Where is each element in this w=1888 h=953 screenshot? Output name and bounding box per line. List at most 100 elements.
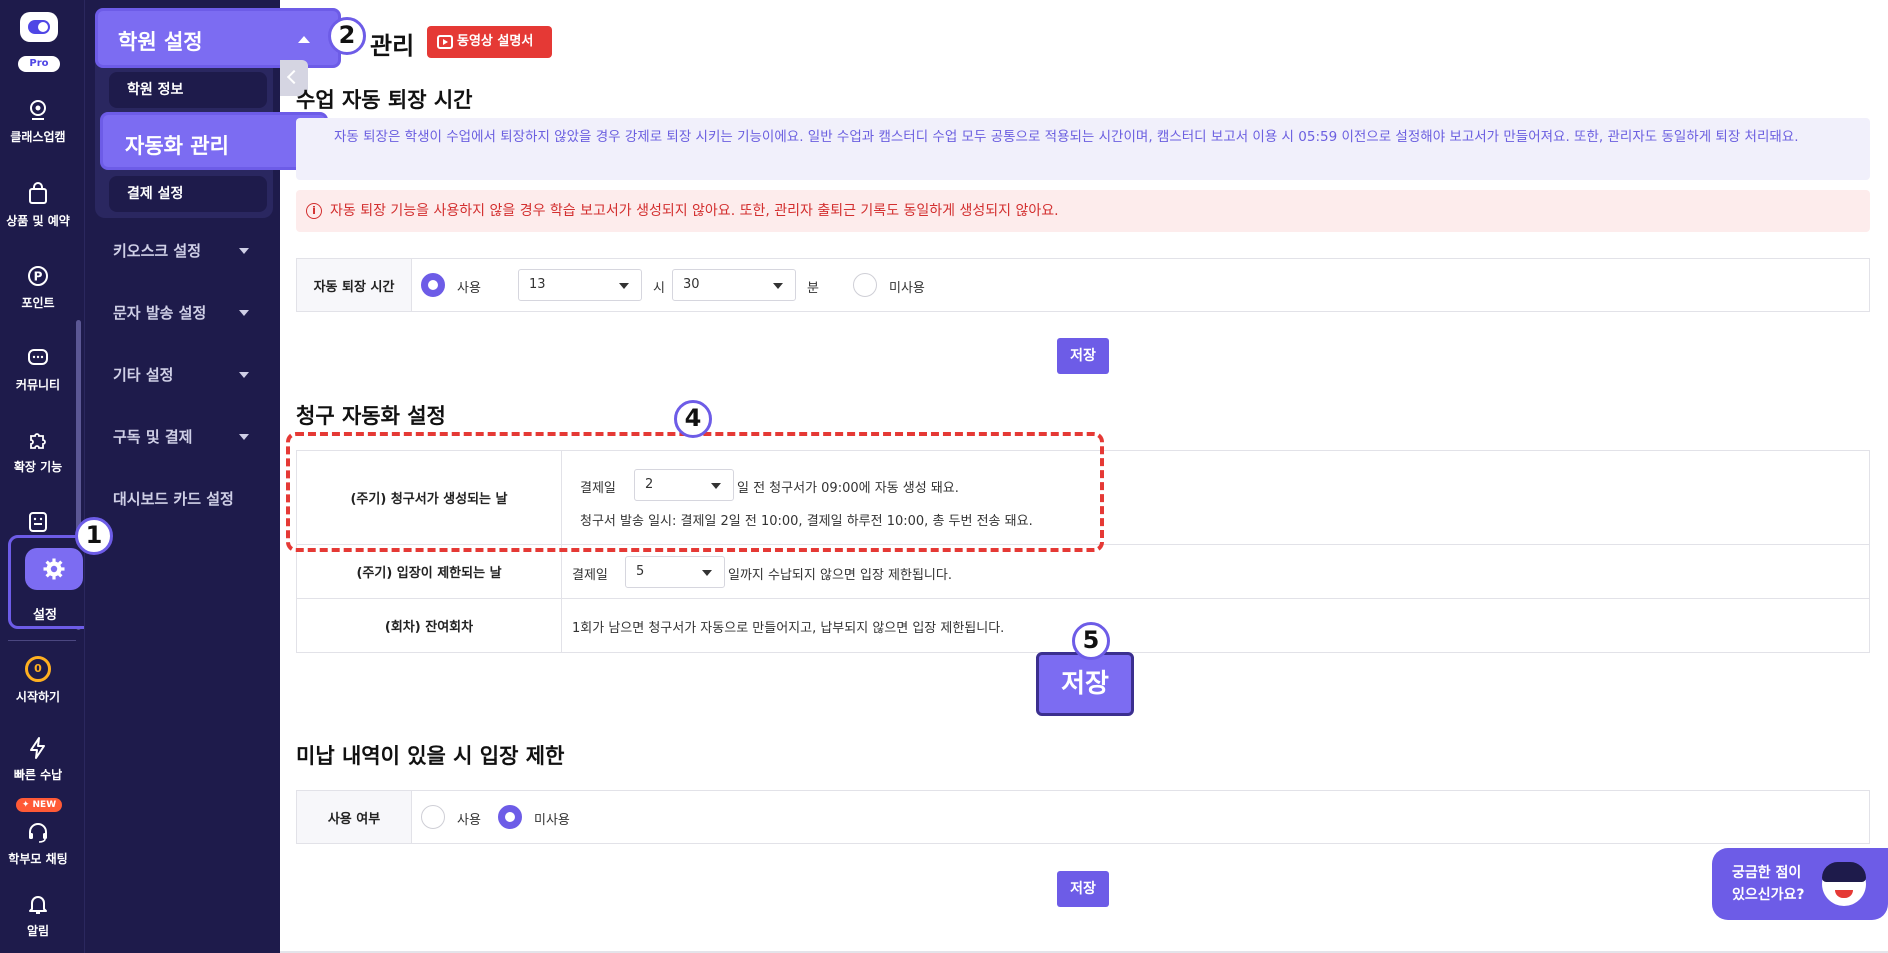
billing-row-label: (회차) 잔여회차 [297,599,562,652]
new-badge: ✦ NEW [16,798,62,812]
bag-icon [29,182,47,204]
hour-unit: 시 [653,281,665,296]
callout-number-4: 4 [674,400,712,438]
rail-item-quick-payment[interactable]: 빠른 수납 [0,736,76,783]
billing-save-button[interactable]: 저장 [1036,652,1134,716]
callout-number-1: 1 [75,517,113,555]
auto-exit-warning: i 자동 퇴장 기능을 사용하지 않을 경우 학습 보고서가 생성되지 않아요.… [296,190,1870,232]
kiosk-icon [29,512,47,532]
auto-exit-row: 자동 퇴장 시간 사용 13 시 30 분 미사용 [296,258,1870,312]
settings-button[interactable] [25,548,83,590]
auto-exit-info: 자동 퇴장은 학생이 수업에서 퇴장하지 않았을 경우 강제로 퇴장 시키는 기… [296,118,1870,180]
rail-item-extensions[interactable]: 확장 기능 [0,428,76,475]
svg-text:P: P [34,270,43,284]
puzzle-icon [30,433,46,449]
headset-icon [29,823,47,843]
point-icon: P [28,266,48,286]
section-title-unpaid: 미납 내역이 있을 시 입장 제한 [296,744,565,768]
chevron-up-icon [298,36,310,43]
video-guide-label: 동영상 설명서 [457,34,534,49]
unpaid-label: 사용 여부 [297,791,412,843]
app-logo[interactable] [20,12,58,42]
page-title: 관리 [370,32,415,60]
auto-exit-not-use-radio[interactable] [853,273,877,297]
submenu-group-title: 학원 설정 [118,30,203,54]
submenu-item-academy-info[interactable]: 학원 정보 [109,72,267,108]
unpaid-row: 사용 여부 사용 미사용 [296,790,1870,844]
warning-text: 자동 퇴장 기능을 사용하지 않을 경우 학습 보고서가 생성되지 않아요. 또… [330,203,1059,219]
rail-divider [8,640,76,641]
video-guide-button[interactable]: 동영상 설명서 [427,26,552,58]
unpaid-use-radio[interactable] [421,805,445,829]
location-icon [30,100,46,120]
auto-exit-minute-select[interactable]: 30 [672,269,796,301]
rail-item-parent-chat[interactable]: 학부모 채팅 [0,820,76,867]
entry-limit-days-select[interactable]: 5 [625,556,725,588]
unpaid-not-use-radio[interactable] [498,805,522,829]
rail-item-label: 클래스업캠 [10,130,66,144]
bell-icon [29,896,47,914]
auto-exit-hour-select[interactable]: 13 [518,269,642,301]
rail-item-products[interactable]: 상품 및 예약 [0,182,76,229]
unpaid-use-label: 사용 [457,813,481,828]
submenu-item-label: 대시보드 카드 설정 [113,490,234,508]
unpaid-not-use-label: 미사용 [534,813,570,828]
callout-number-2: 2 [328,17,366,55]
submenu-item-etc[interactable]: 기타 설정 [113,364,249,385]
help-chat-button[interactable]: 궁금한 점이 있으신가요? [1712,848,1888,920]
entry-limit-prefix: 결제일 [572,568,608,583]
billing-row-entry-limit: (주기) 입장이 제한되는 날 결제일 5 일까지 수납되지 않으면 입장 제한… [297,545,1869,599]
submenu-item-dashboard-card[interactable]: 대시보드 카드 설정 [113,488,234,509]
unpaid-save-button[interactable]: 저장 [1057,871,1109,907]
submenu-item-kiosk[interactable]: 키오스크 설정 [113,240,249,261]
app-root: Pro 클래스업캠 상품 및 예약 P 포인트 커뮤니티 확장 기능 설정 0 … [0,0,1888,953]
submenu-item-label: 기타 설정 [113,366,174,384]
settings-label: 설정 [33,608,57,623]
rail-item-label: 상품 및 예약 [6,214,70,228]
submenu-item-automation[interactable]: 자동화 관리 [100,112,328,170]
rail-item-label: 빠른 수납 [13,768,63,782]
submenu-group-title-academy-settings[interactable]: 학원 설정 [95,8,341,68]
chevron-down-icon [239,310,249,316]
rail-item-label: 알림 [26,924,50,938]
chat-icon [28,349,48,365]
chevron-down-icon [239,434,249,440]
rail-item-label: 확장 기능 [13,460,63,474]
highlight-dashed-box [286,432,1104,552]
gear-icon [43,558,65,580]
bolt-icon [30,737,45,759]
auto-exit-use-label: 사용 [457,281,481,296]
rail-item-classup-cam[interactable]: 클래스업캠 [0,98,76,145]
support-avatar-icon [1822,862,1866,906]
remaining-sessions-text: 1회가 남으면 청구서가 자동으로 만들어지고, 납부되지 않으면 입장 제한됩… [572,621,1005,636]
rail-item-label: 시작하기 [15,690,61,704]
billing-row-label: (주기) 입장이 제한되는 날 [297,545,562,598]
play-icon [437,35,453,49]
chevron-down-icon [239,248,249,254]
logo-toggle-icon [28,20,50,34]
auto-exit-use-radio[interactable] [421,273,445,297]
rail-item-label: 포인트 [21,296,55,310]
start-icon [25,656,51,682]
auto-exit-save-button[interactable]: 저장 [1057,338,1109,374]
submenu-item-label: 구독 및 결제 [113,428,193,446]
rail-item-community[interactable]: 커뮤니티 [0,346,76,393]
rail-item-point[interactable]: P 포인트 [0,264,76,311]
rail-item-label: 학부모 채팅 [8,852,68,866]
rail-item-notifications[interactable]: 알림 [0,892,76,939]
submenu-item-label: 자동화 관리 [125,134,229,158]
section-title-billing: 청구 자동화 설정 [296,404,446,428]
icon-rail: Pro 클래스업캠 상품 및 예약 P 포인트 커뮤니티 확장 기능 설정 0 … [0,0,98,953]
submenu-item-subscription[interactable]: 구독 및 결제 [113,426,249,447]
entry-limit-suffix: 일까지 수납되지 않으면 입장 제한됩니다. [728,568,952,583]
submenu-item-payment-settings[interactable]: 결제 설정 [109,176,267,212]
submenu-item-label: 키오스크 설정 [113,242,202,260]
auto-exit-not-use-label: 미사용 [889,281,925,296]
minute-unit: 분 [807,281,819,296]
rail-item-start[interactable]: 시작하기 [0,656,76,705]
submenu-item-sms[interactable]: 문자 발송 설정 [113,302,249,323]
pro-badge: Pro [18,56,60,72]
submenu-item-label: 문자 발송 설정 [113,304,207,322]
rail-item-label: 커뮤니티 [15,378,61,392]
callout-number-5: 5 [1072,622,1110,660]
